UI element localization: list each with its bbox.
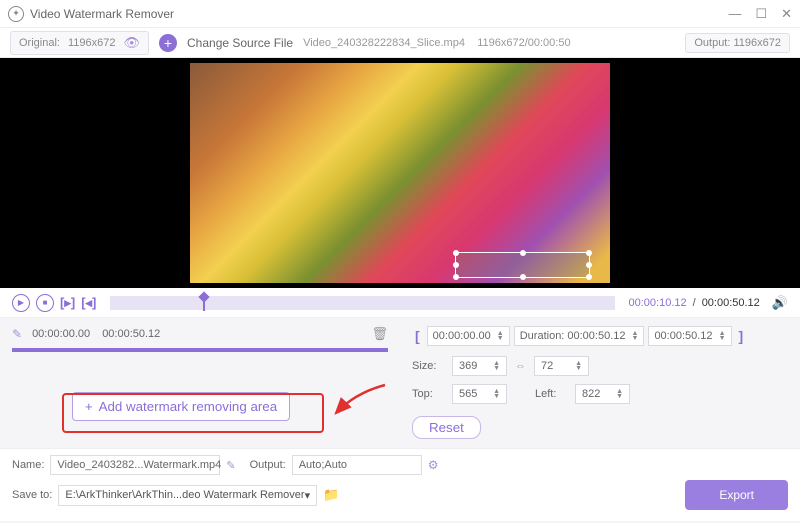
output-dims: 1196x672: [733, 37, 781, 49]
edit-segment-icon[interactable]: ✎: [12, 327, 22, 341]
range-end-bracket-button[interactable]: ]: [736, 328, 747, 344]
size-height-input[interactable]: 72▲▼: [534, 356, 589, 376]
open-folder-icon[interactable]: 📁: [323, 487, 339, 503]
saveto-label: Save to:: [12, 489, 52, 501]
time-end-input[interactable]: 00:00:50.12▲▼: [648, 326, 731, 346]
preview-eye-icon[interactable]: 👁: [123, 35, 140, 51]
video-preview[interactable]: [0, 58, 800, 288]
toolbar: Original: 1196x672 👁 + Change Source Fil…: [0, 28, 800, 58]
add-source-button[interactable]: +: [159, 34, 177, 52]
selection-overlay[interactable]: [455, 252, 590, 278]
reset-button[interactable]: Reset: [412, 416, 481, 439]
app-title: Video Watermark Remover: [30, 7, 174, 21]
original-label: Original:: [19, 37, 60, 49]
video-frame: [190, 63, 610, 283]
export-button[interactable]: Export: [685, 480, 788, 510]
minimize-button[interactable]: ―: [728, 6, 741, 22]
delete-segment-icon[interactable]: 🗑: [371, 326, 388, 342]
maximize-button[interactable]: ☐: [755, 6, 767, 22]
plus-icon: +: [85, 399, 93, 414]
size-width-input[interactable]: 369▲▼: [452, 356, 507, 376]
saveto-select[interactable]: E:\ArkThinker\ArkThin...deo Watermark Re…: [58, 485, 317, 506]
add-watermark-area-button[interactable]: + Add watermark removing area: [72, 392, 290, 421]
name-field[interactable]: Video_2403282...Watermark.mp4: [50, 455, 220, 475]
playbar: ▶ ■ [▸] [◂] 00:00:10.12/00:00:50.12 🔊: [0, 288, 800, 318]
left-input[interactable]: 822▲▼: [575, 384, 630, 404]
prev-frame-button[interactable]: [▸]: [60, 295, 75, 311]
original-info: Original: 1196x672 👁: [10, 31, 149, 55]
next-frame-button[interactable]: [◂]: [81, 295, 96, 311]
file-info: Video_240328222834_Slice.mp4 1196x672/00…: [303, 37, 571, 49]
time-duration-input[interactable]: Duration:00:00:50.12▲▼: [514, 326, 645, 346]
volume-icon[interactable]: 🔊: [772, 295, 788, 311]
edit-name-icon[interactable]: ✎: [226, 459, 235, 472]
segment-start: 00:00:00.00: [32, 328, 90, 340]
app-logo-icon: ✦: [8, 6, 24, 22]
time-start-input[interactable]: 00:00:00.00▲▼: [427, 326, 510, 346]
left-label: Left:: [535, 388, 567, 400]
timeline-slider[interactable]: [110, 296, 614, 310]
segment-bar[interactable]: [12, 348, 388, 352]
segment-end: 00:00:50.12: [102, 328, 160, 340]
output-settings-icon[interactable]: ⚙: [428, 458, 439, 472]
output-fmt-label: Output:: [250, 459, 286, 471]
top-input[interactable]: 565▲▼: [452, 384, 507, 404]
link-aspect-icon[interactable]: ⇔: [515, 360, 526, 372]
stop-button[interactable]: ■: [36, 294, 54, 312]
play-button[interactable]: ▶: [12, 294, 30, 312]
top-label: Top:: [412, 388, 444, 400]
output-label: Output:: [694, 37, 730, 49]
range-start-bracket-button[interactable]: [: [412, 328, 423, 344]
annotation-arrow-icon: [330, 383, 390, 423]
output-fmt-field[interactable]: Auto;Auto: [292, 455, 422, 475]
bottom-bar: Name: Video_2403282...Watermark.mp4 ✎ Ou…: [0, 448, 800, 521]
size-label: Size:: [412, 360, 444, 372]
close-button[interactable]: ✕: [781, 6, 792, 22]
add-area-label: Add watermark removing area: [99, 399, 278, 414]
name-label: Name:: [12, 459, 44, 471]
time-total: 00:00:50.12: [702, 297, 760, 309]
time-current: 00:00:10.12: [629, 297, 687, 309]
titlebar: ✦ Video Watermark Remover ― ☐ ✕: [0, 0, 800, 28]
properties-panel: [ 00:00:00.00▲▼ Duration:00:00:50.12▲▼ 0…: [400, 318, 800, 448]
chevron-down-icon: ▾: [305, 489, 311, 502]
change-source-button[interactable]: Change Source File: [187, 36, 293, 50]
output-info: Output: 1196x672: [685, 33, 790, 53]
segments-panel: ✎ 00:00:00.00 00:00:50.12 🗑 + Add waterm…: [0, 318, 400, 448]
original-dims: 1196x672: [68, 37, 116, 49]
